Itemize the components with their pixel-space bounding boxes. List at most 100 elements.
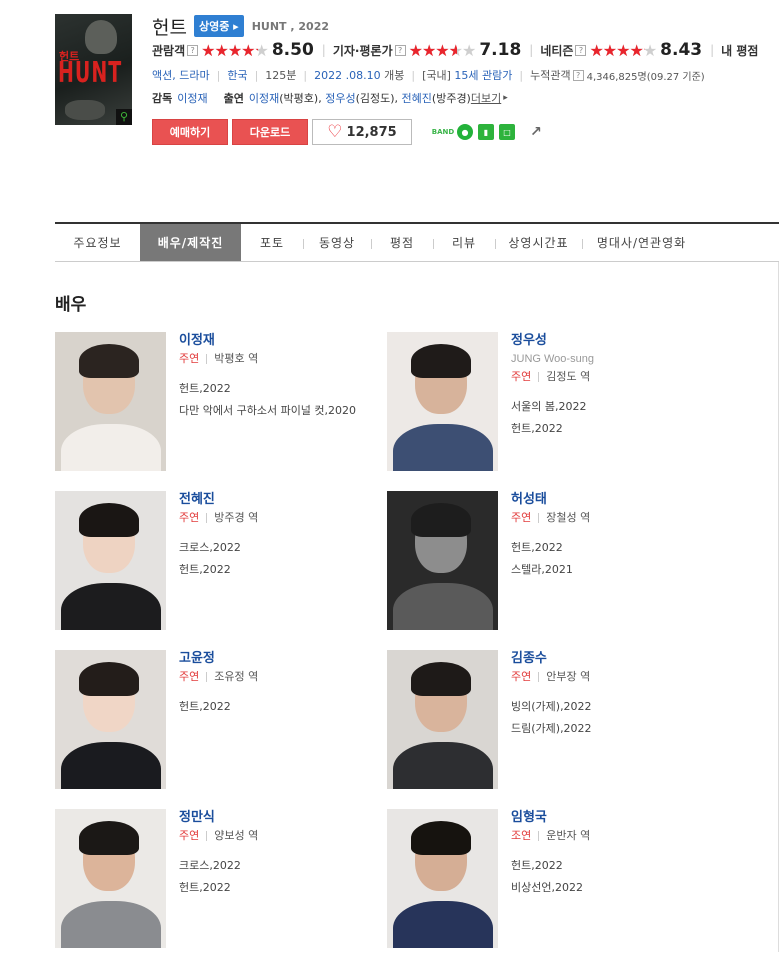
blog-share-icon[interactable]: □ xyxy=(499,124,515,140)
actor-name[interactable]: 정우성 xyxy=(511,332,691,350)
genre-link[interactable]: 액션, 드라마 xyxy=(152,67,210,83)
filmography-item[interactable]: 헌트,2022 xyxy=(511,857,691,874)
cast-actor-link[interactable]: 이정재 xyxy=(249,90,279,106)
audience-label: 누적관객 xyxy=(530,69,571,82)
tab-quotes-related[interactable]: 명대사/연관영화 xyxy=(582,224,701,261)
filmography-item[interactable]: 스텔라,2021 xyxy=(511,561,691,578)
actor-name[interactable]: 김종수 xyxy=(511,650,691,668)
photo-hair xyxy=(79,503,139,537)
cast-actor-link[interactable]: 전혜진 xyxy=(402,90,432,106)
filmography-item[interactable]: 크로스,2022 xyxy=(179,539,359,556)
actor-name[interactable]: 정만식 xyxy=(179,809,359,827)
tab-review[interactable]: 리뷰 xyxy=(433,224,495,261)
cast-actor-link[interactable]: 정우성 xyxy=(325,90,355,106)
question-icon[interactable]: ? xyxy=(572,69,584,81)
critic-star-rating: ★★★★★★★★★★ xyxy=(408,40,477,60)
question-icon[interactable]: ? xyxy=(575,44,587,56)
filmography-item[interactable]: 드림(가제),2022 xyxy=(511,720,691,737)
actor-photo[interactable] xyxy=(387,650,498,789)
tab-photo[interactable]: 포토 xyxy=(241,224,303,261)
share-icon[interactable]: ↗ xyxy=(528,124,544,140)
actor-role: 주연 박평호 역 xyxy=(179,350,359,368)
like-button[interactable]: ♡ 12,875 xyxy=(312,119,412,145)
role-name: 양보성 역 xyxy=(214,829,259,842)
role-name: 안부장 역 xyxy=(546,670,591,683)
english-title: HUNT , 2022 xyxy=(251,19,330,33)
filmography-item[interactable]: 크로스,2022 xyxy=(179,857,359,874)
actor-name[interactable]: 이정재 xyxy=(179,332,359,350)
actor-name[interactable]: 전혜진 xyxy=(179,491,359,509)
bookmark-share-icon[interactable]: ▮ xyxy=(478,124,494,140)
now-showing-badge[interactable]: 상영중 ▸ xyxy=(193,15,244,37)
tab-main-info[interactable]: 주요정보 xyxy=(55,224,140,261)
filmography-item[interactable]: 헌트,2022 xyxy=(511,420,691,437)
actor-name[interactable]: 임형국 xyxy=(511,809,691,827)
actor-photo[interactable] xyxy=(387,332,498,471)
kakaotalk-share-icon[interactable]: ● xyxy=(457,124,473,140)
divider xyxy=(206,831,208,841)
poster-figure xyxy=(85,20,117,54)
role-kind: 주연 xyxy=(511,370,532,383)
cast-card: 고윤정 주연 조유정 역 헌트,2022 xyxy=(55,650,355,790)
actor-photo[interactable] xyxy=(55,809,166,948)
download-button[interactable]: 다운로드 xyxy=(232,119,308,145)
actor-role: 주연 방주경 역 xyxy=(179,509,359,527)
zoom-icon[interactable]: ⚲ xyxy=(116,109,132,125)
question-icon[interactable]: ? xyxy=(394,44,406,56)
role-name: 운반자 역 xyxy=(546,829,591,842)
actor-name[interactable]: 허성태 xyxy=(511,491,691,509)
filmography-item[interactable]: 헌트,2022 xyxy=(179,561,359,578)
filmography-item[interactable]: 헌트,2022 xyxy=(179,698,359,715)
tab-cast-crew[interactable]: 배우/제작진 xyxy=(140,224,241,261)
filmography-item[interactable]: 헌트,2022 xyxy=(511,539,691,556)
like-count: 12,875 xyxy=(346,124,397,140)
filmography-item[interactable]: 서울의 봄,2022 xyxy=(511,398,691,415)
photo-body xyxy=(393,742,493,789)
actor-photo[interactable] xyxy=(387,809,498,948)
cast-role: (박평호) xyxy=(279,92,319,105)
divider xyxy=(538,372,540,382)
filmography-item[interactable]: 비상선언,2022 xyxy=(511,879,691,896)
filmography-item[interactable]: 빙의(가제),2022 xyxy=(511,698,691,715)
tab-rating[interactable]: 평점 xyxy=(371,224,433,261)
poster-title: HUNT xyxy=(58,56,123,90)
actor-photo[interactable] xyxy=(55,491,166,630)
divider: | xyxy=(303,68,308,82)
actor-photo[interactable] xyxy=(387,491,498,630)
filmography-item[interactable]: 다만 악에서 구하소서 파이널 컷,2020 xyxy=(179,402,359,419)
actor-info: 이정재 주연 박평호 역헌트,2022 다만 악에서 구하소서 파이널 컷,2020 xyxy=(179,332,359,424)
tab-video[interactable]: 동영상 xyxy=(303,224,371,261)
filmography-item[interactable]: 헌트,2022 xyxy=(179,380,359,397)
reserve-button[interactable]: 예매하기 xyxy=(152,119,228,145)
photo-hair xyxy=(79,662,139,696)
divider: | xyxy=(710,43,715,57)
cast-label: 출연 xyxy=(223,92,244,105)
divider xyxy=(206,513,208,523)
cast-role: (김정도) xyxy=(355,92,395,105)
movie-poster[interactable]: 헌트 HUNT ⚲ xyxy=(55,14,132,125)
photo-body xyxy=(393,583,493,630)
actor-photo[interactable] xyxy=(55,650,166,789)
photo-body xyxy=(61,583,161,630)
tab-bar: 주요정보 배우/제작진 포토 동영상 평점 리뷰 상영시간표 명대사/연관영화 xyxy=(55,222,779,262)
actor-photo[interactable] xyxy=(55,332,166,471)
question-icon[interactable]: ? xyxy=(187,44,199,56)
age-rating-link[interactable]: 15세 관람가 xyxy=(454,67,512,83)
my-rating-label[interactable]: 내 평점 xyxy=(721,42,758,59)
tab-showtimes[interactable]: 상영시간표 xyxy=(495,224,582,261)
director-link[interactable]: 이정재 xyxy=(177,90,207,106)
divider: | xyxy=(216,68,221,82)
filmography-item[interactable]: 헌트,2022 xyxy=(179,879,359,896)
actor-name[interactable]: 고윤정 xyxy=(179,650,359,668)
country-link[interactable]: 한국 xyxy=(227,67,247,83)
release-date-link[interactable]: 2022 .08.10 xyxy=(314,69,380,82)
actor-role: 조연 운반자 역 xyxy=(511,827,691,845)
band-share-icon[interactable]: BAND xyxy=(432,124,454,140)
cast-card: 전혜진 주연 방주경 역 크로스,2022 헌트,2022 xyxy=(55,491,355,631)
more-link[interactable]: 더보기 xyxy=(471,90,501,106)
actor-info: 전혜진 주연 방주경 역크로스,2022 헌트,2022 xyxy=(179,491,359,583)
filmography: 빙의(가제),2022 드림(가제),2022 xyxy=(511,698,691,737)
actor-role: 주연 안부장 역 xyxy=(511,668,691,686)
divider xyxy=(206,354,208,364)
actor-role: 주연 김정도 역 xyxy=(511,368,691,386)
